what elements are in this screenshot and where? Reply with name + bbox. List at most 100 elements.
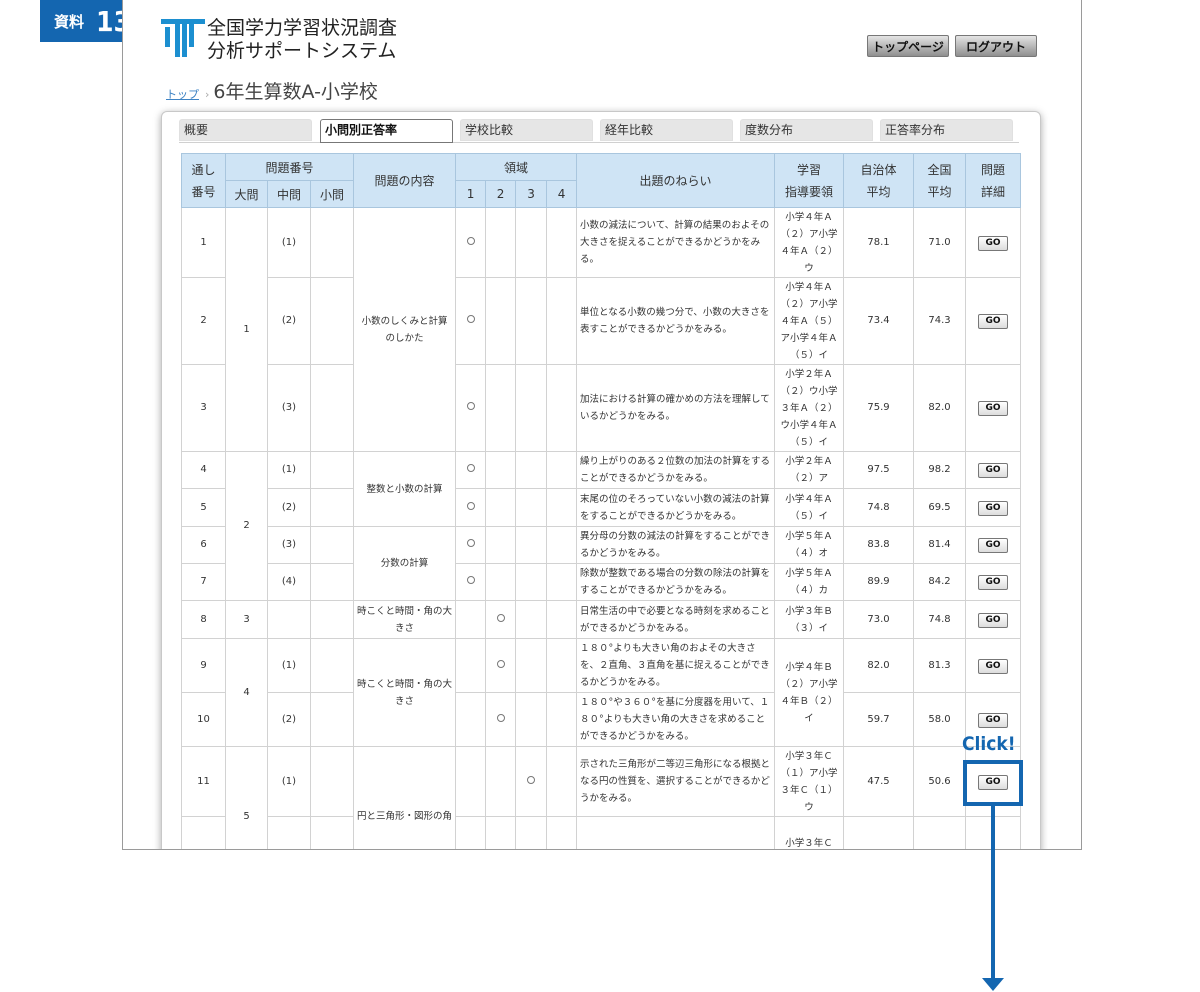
- domain-3-cell: [515, 451, 548, 489]
- domain-4-cell: [546, 488, 578, 527]
- tab-accuracy-distribution[interactable]: 正答率分布: [880, 119, 1013, 141]
- chu-cell: (2): [267, 277, 311, 365]
- domain-2-cell: [485, 207, 517, 278]
- sho-cell: [309, 451, 355, 489]
- national-average-cell: 81.4: [913, 526, 967, 564]
- go-button[interactable]: GO: [978, 712, 1009, 728]
- curriculum-cell: 小学３年Ｂ（３）イ: [774, 600, 845, 639]
- browser-screenshot-frame: 全国学力学習状況調査 分析サポートシステム トップページ ログアウト トップ ›…: [122, 0, 1082, 850]
- chu-cell: (3): [267, 526, 311, 564]
- sho-cell: [309, 692, 355, 747]
- table-row: 11 5 (1) 円と三角形・図形の角 示された三角形が二等辺三角形になる根拠と…: [181, 746, 1022, 849]
- circle-mark-icon: [466, 576, 475, 584]
- logo-icon: [161, 16, 205, 60]
- domain-2-cell: [485, 600, 517, 639]
- page-title: 6年生算数A-小学校: [213, 81, 378, 103]
- header-domain-2: 2: [485, 180, 517, 208]
- go-button[interactable]: GO: [978, 235, 1009, 251]
- national-average-cell: 74.3: [913, 277, 967, 365]
- go-button[interactable]: GO: [978, 314, 1009, 329]
- national-average-cell: 50.6: [913, 746, 967, 817]
- domain-2-cell: [485, 488, 517, 527]
- aim-cell: 単位となる小数の幾つ分で、小数の大きさを表すことができるかどうかをみる。: [576, 277, 776, 365]
- header-local-line1: 自治体: [860, 162, 897, 177]
- header-domain-1: 1: [455, 180, 487, 208]
- domain-1-cell: [455, 364, 487, 452]
- sho-cell: [309, 488, 355, 527]
- table-row: 小学３年Ｃ（１）ア小学: [181, 816, 1022, 849]
- chu-cell: (1): [267, 638, 311, 693]
- circle-mark-icon: [496, 613, 505, 622]
- domain-3-cell: [515, 207, 548, 278]
- local-average-cell: 89.9: [843, 563, 915, 601]
- serial-cell: 2: [181, 277, 226, 365]
- header-domain-4: 4: [546, 180, 578, 208]
- sho-cell: [309, 816, 355, 849]
- tab-item-accuracy[interactable]: 小問別正答率: [320, 119, 453, 143]
- tab-yearly-comparison[interactable]: 経年比較: [600, 119, 733, 141]
- domain-4-cell: [546, 526, 578, 564]
- domain-3-cell: [515, 600, 548, 639]
- circle-mark-icon: [466, 539, 475, 547]
- serial-cell: 1: [181, 207, 226, 278]
- header-curriculum: 学習 指導要領: [774, 153, 845, 208]
- dai-cell: 2: [225, 451, 268, 601]
- domain-1-cell: [455, 451, 487, 489]
- breadcrumb: トップ › 6年生算数A-小学校: [166, 77, 378, 104]
- domain-3-cell: [515, 638, 548, 693]
- local-average-cell: 78.1: [843, 207, 915, 278]
- domain-2-cell: [485, 277, 517, 365]
- logout-button[interactable]: ログアウト: [955, 35, 1037, 57]
- national-average-cell: 58.0: [913, 692, 967, 747]
- domain-1-cell: [455, 563, 487, 601]
- detail-cell: GO: [965, 526, 1022, 564]
- aim-cell: [576, 816, 776, 849]
- go-button[interactable]: GO: [978, 658, 1009, 674]
- circle-mark-icon: [496, 713, 505, 722]
- aim-cell: 小数の減法について、計算の結果のおよその大きさを捉えることができるかどうかをみる…: [576, 207, 776, 278]
- serial-cell: 8: [181, 600, 226, 639]
- tab-overview[interactable]: 概要: [179, 119, 312, 141]
- domain-2-cell: [485, 364, 517, 452]
- domain-4-cell: [546, 638, 578, 693]
- header-local-average: 自治体 平均: [843, 153, 915, 208]
- circle-mark-icon: [466, 464, 475, 472]
- sho-cell: [309, 277, 355, 365]
- local-average-cell: 83.8: [843, 526, 915, 564]
- go-button[interactable]: GO: [978, 538, 1009, 553]
- top-page-button[interactable]: トップページ: [867, 35, 949, 57]
- header-question-number: 問題番号: [224, 153, 355, 181]
- go-button[interactable]: GO: [978, 401, 1009, 416]
- table-row: 5 (2) 末尾の位のそろっていない小数の減法の計算をすることができるかどうかを…: [181, 488, 1022, 527]
- circle-mark-icon: [496, 659, 505, 668]
- header-dai: 大問: [225, 180, 268, 208]
- chu-cell: [267, 600, 311, 639]
- go-button[interactable]: GO: [978, 500, 1009, 516]
- header-curriculum-line2: 指導要領: [785, 184, 834, 199]
- chu-cell: (3): [267, 364, 311, 452]
- tab-school-comparison[interactable]: 学校比較: [460, 119, 593, 141]
- table-row: 1 1 (1) 小数のしくみと計算のしかた 小数の減法について、計算の結果のおよ…: [181, 207, 1022, 452]
- breadcrumb-home-link[interactable]: トップ: [166, 86, 199, 102]
- curriculum-cell: 小学３年Ｃ（１）ア小学: [774, 816, 845, 849]
- table-row: 10 (2) １８０°や３６０°を基に分度器を用いて、１８０°よりも大きい角の大…: [181, 692, 1022, 747]
- aim-cell: 繰り上がりのある２位数の加法の計算をすることができるかどうかをみる。: [576, 451, 776, 489]
- domain-3-cell: [515, 526, 548, 564]
- tab-bar: 概要 小問別正答率 学校比較 経年比較 度数分布 正答率分布: [179, 119, 1019, 143]
- go-button[interactable]: GO: [978, 575, 1009, 590]
- table-row: 6 (3) 分数の計算 異分母の分数の減法の計算をすることができるかどうかをみる…: [181, 526, 1022, 601]
- down-arrow-icon: [982, 978, 1004, 991]
- detail-cell: GO: [965, 364, 1022, 452]
- serial-cell: 3: [181, 364, 226, 452]
- header-serial: 通し番号: [181, 153, 226, 208]
- domain-2-cell: [485, 746, 517, 817]
- sho-cell: [309, 207, 355, 278]
- domain-3-cell: [515, 816, 548, 849]
- sho-cell: [309, 563, 355, 601]
- serial-cell: 6: [181, 526, 226, 564]
- curriculum-cell: 小学４年Ｂ（２）ア小学４年Ｂ（２）イ: [774, 638, 845, 747]
- header-national-line2: 平均: [927, 184, 952, 199]
- go-button[interactable]: GO: [978, 463, 1009, 478]
- tab-frequency-distribution[interactable]: 度数分布: [740, 119, 873, 141]
- go-button[interactable]: GO: [978, 612, 1009, 628]
